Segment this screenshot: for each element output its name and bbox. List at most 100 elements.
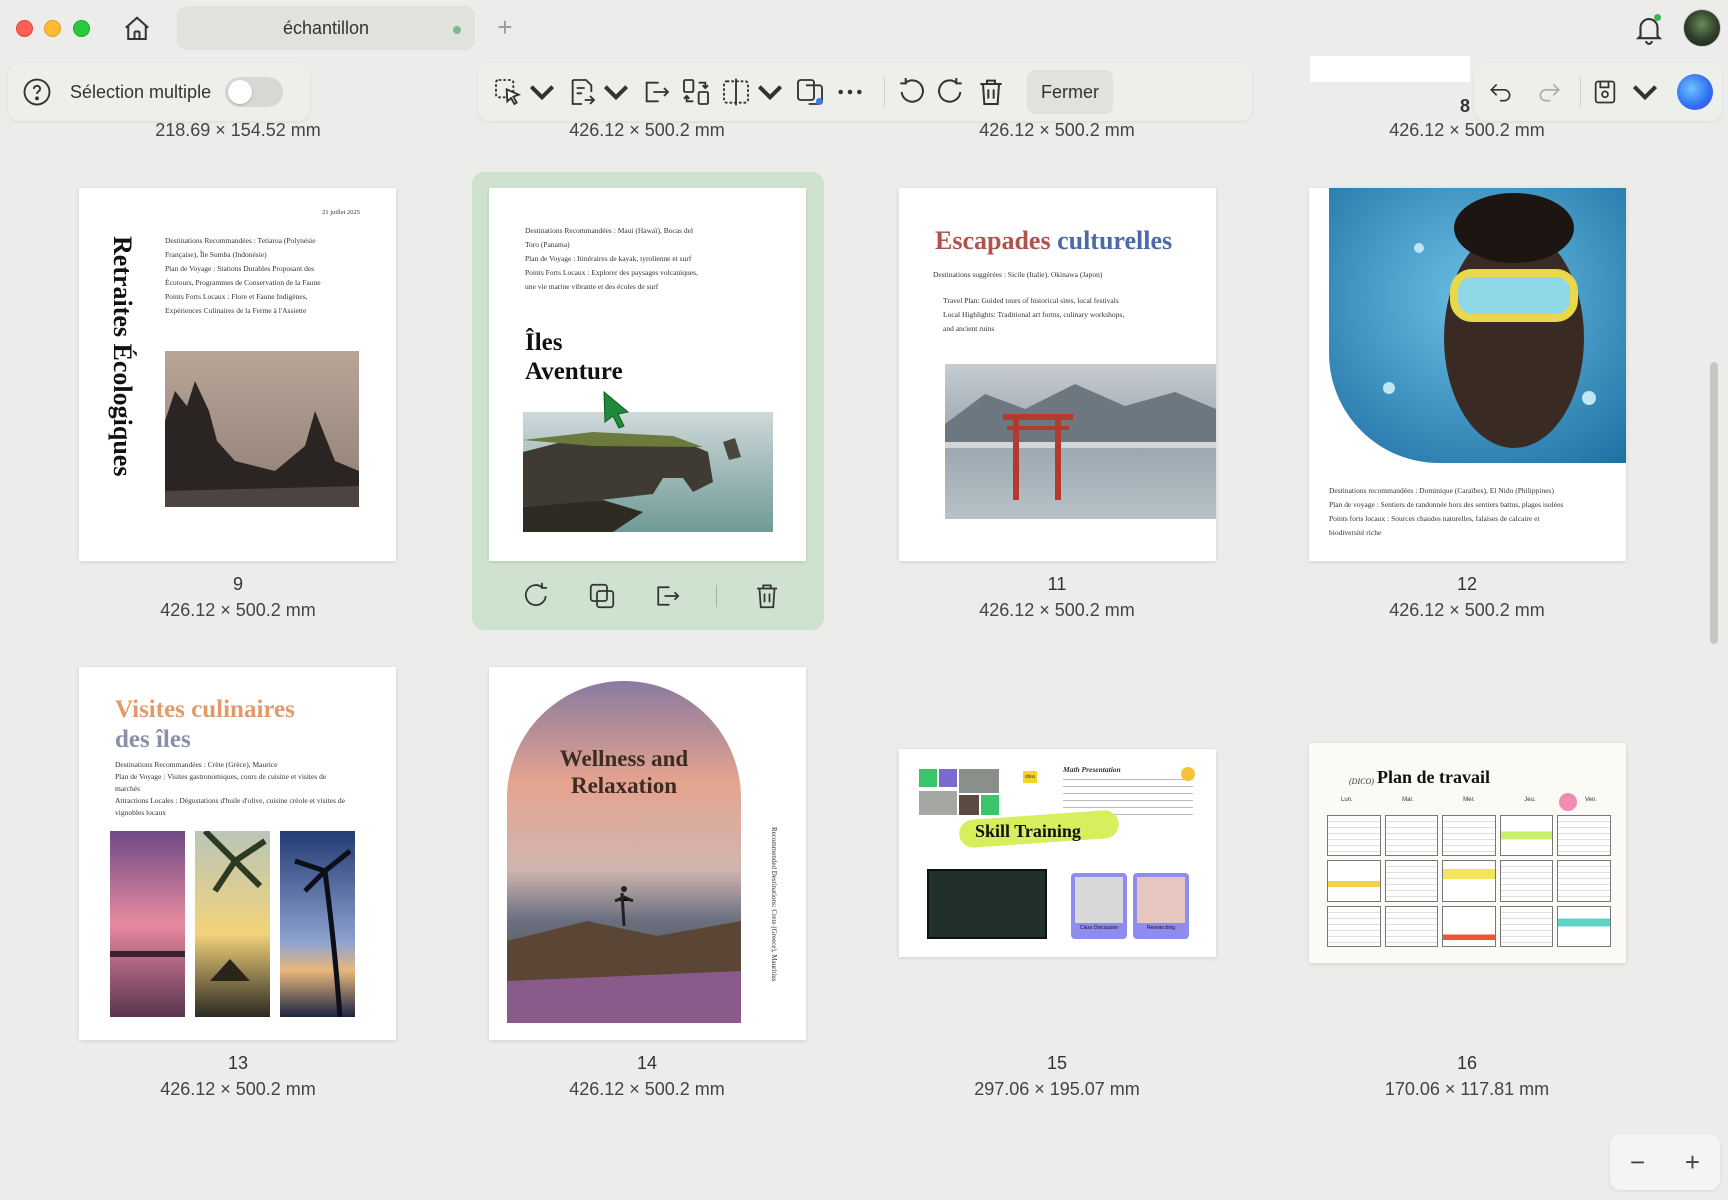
rotate-page-icon[interactable] bbox=[522, 581, 552, 611]
page-text: Destinations Recommandées : Tetiaroa (Po… bbox=[165, 234, 321, 318]
planner-cell bbox=[1557, 815, 1611, 857]
palm-night-photo bbox=[280, 831, 355, 1017]
discussion-photo: Class Discussion bbox=[1071, 873, 1127, 939]
page-number: 13 bbox=[227, 1053, 249, 1073]
title-line: Wellness and bbox=[559, 746, 689, 771]
redo-button[interactable] bbox=[1536, 72, 1562, 112]
close-window-button[interactable] bbox=[16, 20, 33, 37]
extract-icon bbox=[645, 81, 670, 103]
text-line: Points Forts Locaux : Explorer des paysa… bbox=[525, 268, 698, 277]
split-page-button[interactable] bbox=[720, 72, 786, 112]
home-button[interactable] bbox=[120, 12, 154, 46]
delete-page-button[interactable] bbox=[975, 72, 1007, 112]
day-label: Jeu. bbox=[1524, 797, 1536, 803]
replace-icon bbox=[683, 79, 709, 105]
sun-sticker-icon bbox=[1181, 767, 1195, 781]
duplicate-page-icon[interactable] bbox=[587, 581, 617, 611]
select-tool-button[interactable] bbox=[492, 72, 558, 112]
page-subtitle: Destinations suggérées : Sicile (Italie)… bbox=[933, 270, 1103, 279]
text-line: and ancient ruins bbox=[943, 324, 995, 333]
page-size-label: 426.12 × 500.2 mm bbox=[979, 600, 1135, 620]
copy-page-button[interactable] bbox=[794, 72, 826, 112]
rotate-left-button[interactable] bbox=[895, 72, 927, 112]
zoom-out-button[interactable]: − bbox=[1630, 1147, 1645, 1178]
replace-page-button[interactable] bbox=[680, 72, 712, 112]
ai-assistant-button[interactable] bbox=[1677, 74, 1713, 110]
save-icon bbox=[1594, 80, 1616, 104]
vertical-scrollbar[interactable] bbox=[1710, 362, 1718, 644]
insert-page-button[interactable] bbox=[566, 72, 632, 112]
planner-grid bbox=[1327, 815, 1611, 947]
page-thumbnail-14[interactable]: Wellness and Relaxation Recommended Dest… bbox=[489, 667, 806, 1040]
text-line: Destinations Recommandées : Crète (Grèce… bbox=[115, 760, 278, 769]
rotate-left-icon bbox=[900, 78, 924, 103]
page-number: 8 bbox=[1460, 96, 1471, 116]
page-thumbnail-9[interactable]: 21 juillet 2025 Retraites Écologiques De… bbox=[79, 188, 396, 561]
page-thumbnail-12[interactable]: Destinations recommandées : Dominique (C… bbox=[1309, 188, 1626, 561]
page-thumbnail-13[interactable]: Visites culinaires des îles Destinations… bbox=[79, 667, 396, 1040]
planner-cell bbox=[1442, 905, 1496, 947]
multi-select-toggle[interactable] bbox=[225, 77, 284, 107]
page-number: 15 bbox=[1046, 1053, 1068, 1073]
extract-page-button[interactable] bbox=[640, 72, 672, 112]
diver-photo bbox=[1329, 188, 1626, 463]
planner-cell bbox=[1499, 860, 1554, 902]
new-tab-button[interactable]: + bbox=[490, 12, 520, 42]
undo-icon bbox=[1490, 83, 1511, 102]
tab-title: échantillon bbox=[282, 17, 370, 38]
user-avatar[interactable] bbox=[1683, 9, 1721, 47]
page-title: Retraites Écologiques bbox=[108, 236, 137, 477]
text-line: Française), Île Sumba (Indonésie) bbox=[165, 250, 267, 259]
copy-page-icon bbox=[797, 79, 823, 105]
redo-icon bbox=[1539, 83, 1560, 102]
save-button[interactable] bbox=[1591, 72, 1661, 112]
page-date: 21 juillet 2025 bbox=[322, 209, 360, 216]
day-label: Mer. bbox=[1463, 797, 1475, 803]
more-button[interactable] bbox=[834, 72, 866, 112]
planner-cell bbox=[1384, 860, 1439, 902]
page-text: Destinations recommandées : Dominique (C… bbox=[1329, 484, 1563, 540]
planner-cell bbox=[1327, 815, 1381, 857]
page-thumbnail-10[interactable]: Destinations Recommandées : Maui (Hawaï)… bbox=[489, 188, 806, 561]
page-number: 11 bbox=[1047, 574, 1067, 594]
chevron-down-icon bbox=[1632, 85, 1658, 101]
rotate-right-icon bbox=[938, 78, 962, 103]
zoom-in-button[interactable]: + bbox=[1685, 1147, 1700, 1178]
page-size-label: 170.06 × 117.81 mm bbox=[1384, 1079, 1550, 1099]
zoom-window-button[interactable] bbox=[73, 20, 90, 37]
page-size-label: 426.12 × 500.2 mm bbox=[979, 120, 1135, 140]
page-size-label: 218.69 × 154.52 mm bbox=[155, 120, 321, 140]
toolbar-divider bbox=[1580, 77, 1581, 107]
page-thumbnail-11[interactable]: Escapades culturelles Destinations suggé… bbox=[899, 188, 1216, 561]
day-label: Mar. bbox=[1402, 797, 1414, 803]
photo-grid bbox=[919, 769, 1001, 825]
document-tab[interactable]: échantillon bbox=[177, 6, 475, 50]
undo-button[interactable] bbox=[1488, 72, 1514, 112]
rotate-right-button[interactable] bbox=[935, 72, 967, 112]
help-icon[interactable] bbox=[22, 77, 52, 107]
planner-cell bbox=[1327, 860, 1381, 902]
split-icon bbox=[723, 78, 749, 106]
planner-prefix: (DICO) bbox=[1349, 777, 1374, 786]
title-bar: échantillon + bbox=[0, 0, 1728, 56]
wellness-arch-photo bbox=[507, 681, 741, 1023]
page-thumbnail-16[interactable]: (DICO) Plan de travail Lun. Mar. Mer. Je… bbox=[1309, 743, 1626, 963]
text-line: Points Forts Locaux : Flore et Faune Ind… bbox=[165, 292, 308, 301]
extract-page-icon[interactable] bbox=[652, 581, 682, 611]
page-side-text: Recommended Destinations: Crete (Greece)… bbox=[770, 827, 778, 982]
text-line: une vie marine vibrante et des écoles de… bbox=[525, 282, 659, 291]
title-line: Visites culinaires bbox=[115, 696, 295, 723]
planner-cell bbox=[1327, 905, 1381, 947]
page-size-label: 426.12 × 500.2 mm bbox=[160, 1079, 316, 1099]
close-button[interactable]: Fermer bbox=[1027, 70, 1113, 114]
page-thumbnail-15[interactable]: idea Math Presentation Skill Training Cl… bbox=[899, 749, 1216, 957]
page-size-label: 426.12 × 500.2 mm bbox=[1389, 600, 1545, 620]
text-line: Écotours, Programmes de Conservation de … bbox=[165, 278, 321, 287]
text-line: Destinations Recommandées : Tetiaroa (Po… bbox=[165, 236, 316, 245]
minimize-window-button[interactable] bbox=[44, 20, 61, 37]
page-thumbnail-partial[interactable] bbox=[1310, 56, 1470, 82]
day-label: Ven. bbox=[1584, 797, 1597, 803]
delete-page-icon[interactable] bbox=[752, 581, 782, 611]
planner-cell bbox=[1499, 905, 1554, 947]
text-line: Plan de Voyage : Visites gastronomiques,… bbox=[115, 772, 327, 781]
